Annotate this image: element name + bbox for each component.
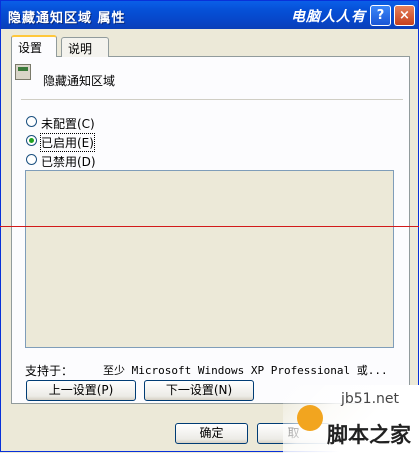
radio-label: 已禁用(D) bbox=[41, 155, 96, 169]
watermark-site: jb51.net bbox=[341, 391, 400, 407]
options-area bbox=[25, 170, 394, 348]
previous-setting-button[interactable]: 上一设置(P) bbox=[26, 380, 136, 401]
close-button[interactable]: × bbox=[394, 5, 415, 26]
ok-button[interactable]: 确定 bbox=[175, 423, 248, 444]
radio-checked-icon bbox=[26, 135, 37, 146]
tab-explain[interactable]: 说明 bbox=[61, 37, 109, 57]
help-icon: ? bbox=[376, 8, 385, 23]
supported-value: 至少 Microsoft Windows XP Professional 或..… bbox=[103, 364, 388, 377]
watermark-text: 电脑人人有 bbox=[291, 9, 366, 25]
supported-label: 支持于： bbox=[25, 364, 74, 378]
site-logo-icon bbox=[297, 405, 323, 431]
radio-label: 未配置(C) bbox=[41, 117, 95, 131]
policy-name: 隐藏通知区域 bbox=[43, 74, 116, 88]
watermark-name: 脚本之家 bbox=[327, 423, 411, 447]
red-guide-line bbox=[0, 226, 419, 227]
radio-label: 已启用(E) bbox=[40, 133, 95, 152]
radio-circle-icon bbox=[26, 116, 37, 127]
close-icon: × bbox=[399, 8, 410, 23]
title-bar[interactable]: 隐藏通知区域 属性 电脑人人有 ? × bbox=[1, 1, 418, 29]
window-title: 隐藏通知区域 属性 bbox=[8, 11, 126, 26]
radio-circle-icon bbox=[26, 154, 37, 165]
tab-settings[interactable]: 设置 bbox=[11, 35, 57, 57]
help-button[interactable]: ? bbox=[370, 5, 391, 26]
policy-icon bbox=[15, 64, 31, 80]
next-setting-button[interactable]: 下一设置(N) bbox=[144, 380, 254, 401]
separator bbox=[21, 99, 403, 100]
